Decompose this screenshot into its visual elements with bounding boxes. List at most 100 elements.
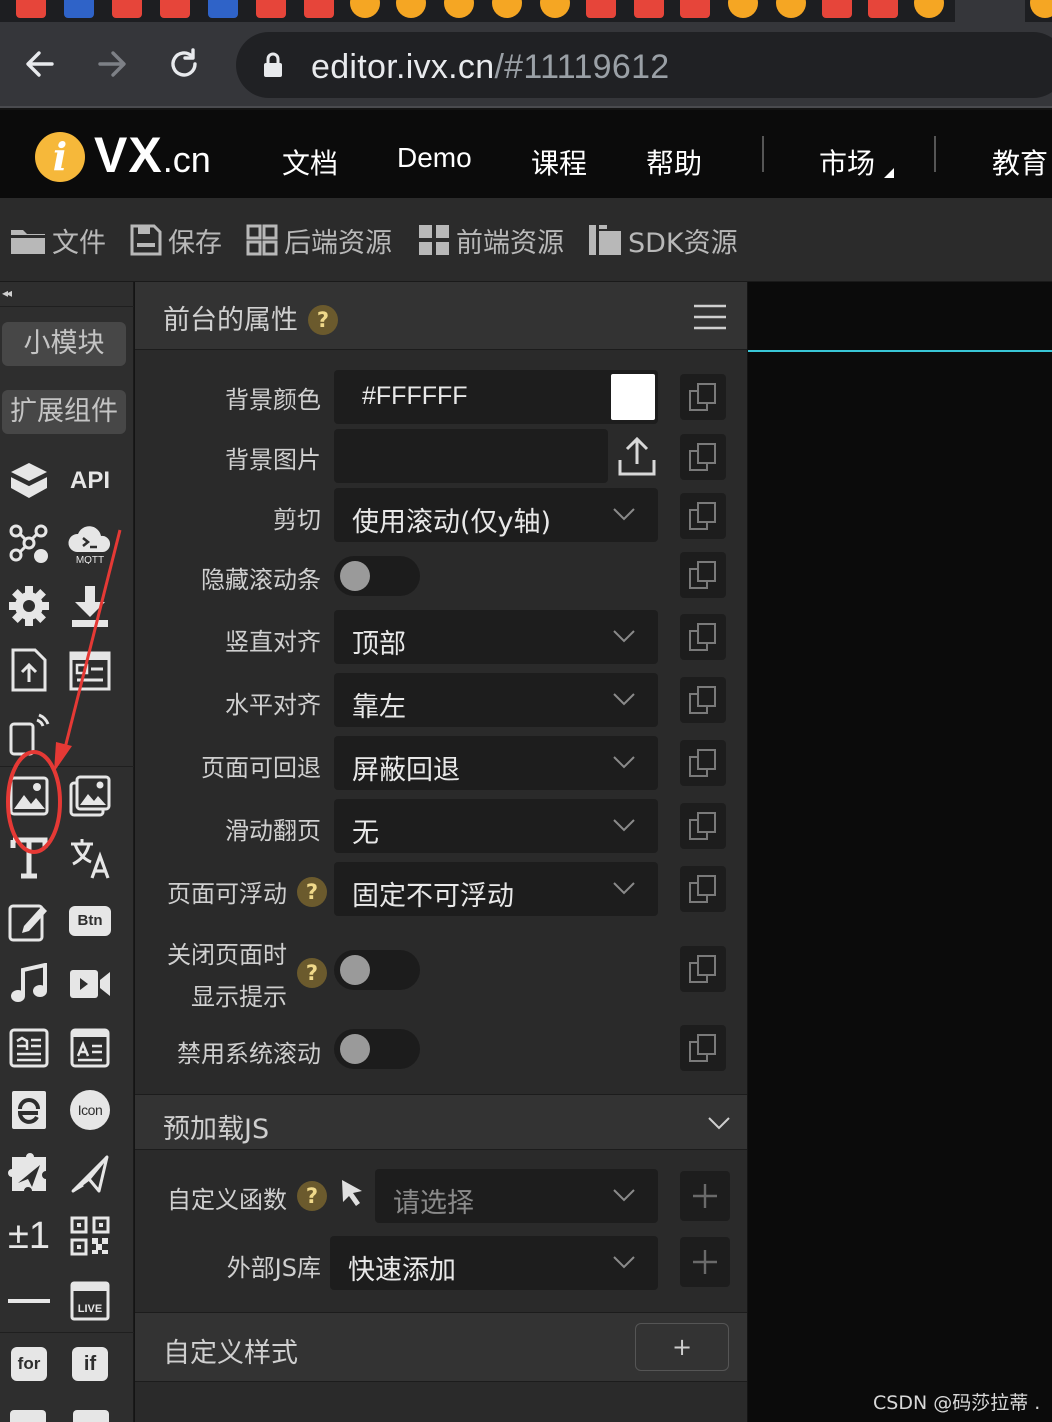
logo-badge[interactable]: i	[35, 132, 85, 182]
tab-favicon[interactable]	[868, 0, 898, 18]
image-icon[interactable]	[5, 772, 53, 820]
page-back-select[interactable]: 屏蔽回退	[334, 736, 658, 790]
gear-icon[interactable]	[5, 582, 53, 630]
tab-favicon[interactable]	[1030, 0, 1052, 18]
component-icon[interactable]	[10, 1410, 46, 1422]
active-tab[interactable]	[955, 0, 1025, 22]
nav-courses[interactable]: 课程	[531, 142, 587, 182]
copy-icon[interactable]	[680, 434, 726, 480]
tab-favicon[interactable]	[444, 0, 474, 18]
nav-education[interactable]: 教育	[992, 142, 1048, 182]
upload-icon[interactable]	[616, 434, 658, 478]
copy-icon[interactable]	[680, 552, 726, 598]
back-button[interactable]	[18, 42, 62, 86]
device-vibrate-icon[interactable]	[5, 710, 53, 758]
tab-favicon[interactable]	[822, 0, 852, 18]
external-js-select[interactable]: 快速添加	[330, 1236, 658, 1290]
tab-favicon[interactable]	[680, 0, 710, 18]
if-condition-component[interactable]: if	[66, 1340, 114, 1388]
horizontal-align-select[interactable]: 靠左	[334, 673, 658, 727]
tab-favicon[interactable]	[64, 0, 94, 18]
canvas-area[interactable]	[748, 282, 1052, 1422]
help-icon[interactable]: ?	[297, 1181, 327, 1211]
api-component[interactable]: API	[66, 457, 114, 505]
save-button[interactable]: 保存	[130, 220, 222, 260]
add-style-button[interactable]: +	[635, 1323, 729, 1371]
package-icon[interactable]	[5, 457, 53, 505]
icon-component[interactable]: Icon	[66, 1086, 114, 1134]
button-component[interactable]: Btn	[66, 897, 114, 945]
module-button[interactable]: 小模块	[2, 322, 126, 366]
text-icon[interactable]	[5, 834, 53, 882]
mqtt-cloud-icon[interactable]: MQTT	[66, 519, 114, 567]
file-upload-icon[interactable]	[5, 646, 53, 694]
tab-favicon[interactable]	[350, 0, 380, 18]
close-page-prompt-toggle[interactable]	[334, 950, 420, 990]
hamburger-menu-icon[interactable]	[693, 304, 727, 330]
nav-demo[interactable]: Demo	[397, 142, 472, 174]
for-loop-component[interactable]: for	[5, 1340, 53, 1388]
increment-component[interactable]: ±1	[5, 1212, 53, 1260]
edit-icon[interactable]	[5, 897, 53, 945]
tab-favicon[interactable]	[160, 0, 190, 18]
extension-components-button[interactable]: 扩展组件	[2, 390, 126, 434]
calendar-form-icon[interactable]	[66, 646, 114, 694]
send-plane-icon[interactable]	[66, 1150, 114, 1198]
nav-market[interactable]: 市场	[819, 142, 875, 182]
live-window-icon[interactable]: LIVE	[66, 1277, 114, 1325]
copy-icon[interactable]	[680, 946, 726, 992]
copy-icon[interactable]	[680, 614, 726, 660]
copy-icon[interactable]	[680, 740, 726, 786]
sdk-resources-button[interactable]: SDK资源	[588, 220, 738, 260]
backend-resources-button[interactable]: 后端资源	[246, 220, 392, 260]
copy-icon[interactable]	[680, 677, 726, 723]
tab-favicon[interactable]	[304, 0, 334, 18]
download-icon[interactable]	[66, 582, 114, 630]
help-icon[interactable]: ?	[308, 305, 338, 335]
tab-favicon[interactable]	[112, 0, 142, 18]
forward-button[interactable]	[90, 42, 134, 86]
translate-icon[interactable]	[66, 834, 114, 882]
video-camera-icon[interactable]	[66, 960, 114, 1008]
tab-favicon[interactable]	[914, 0, 944, 18]
divider-line-icon[interactable]	[5, 1277, 53, 1325]
tab-favicon[interactable]	[540, 0, 570, 18]
swipe-page-select[interactable]: 无	[334, 799, 658, 853]
nav-help[interactable]: 帮助	[646, 142, 702, 182]
hide-scrollbar-toggle[interactable]	[334, 556, 420, 596]
disable-system-scroll-toggle[interactable]	[334, 1029, 420, 1069]
logo-text[interactable]: VX.cn	[94, 126, 211, 184]
tab-favicon[interactable]	[396, 0, 426, 18]
tab-favicon[interactable]	[208, 0, 238, 18]
puzzle-plane-icon[interactable]	[5, 1150, 53, 1198]
rich-text-window-icon[interactable]	[66, 1024, 114, 1072]
tab-favicon[interactable]	[776, 0, 806, 18]
music-note-icon[interactable]	[5, 960, 53, 1008]
background-color-field[interactable]: #FFFFFF	[334, 370, 658, 424]
copy-icon[interactable]	[680, 803, 726, 849]
cursor-pointer-icon[interactable]	[339, 1178, 367, 1208]
help-icon[interactable]: ?	[297, 958, 327, 988]
rich-text-icon[interactable]	[5, 1024, 53, 1072]
copy-icon[interactable]	[680, 493, 726, 539]
help-icon[interactable]: ?	[297, 877, 327, 907]
collapse-panel-button[interactable]: ◂◂	[2, 286, 12, 300]
tab-favicon[interactable]	[634, 0, 664, 18]
browser-e-icon[interactable]	[5, 1086, 53, 1134]
clip-select[interactable]: 使用滚动(仅y轴)	[334, 488, 658, 542]
custom-function-select[interactable]: 请选择	[375, 1169, 658, 1223]
image-gallery-icon[interactable]	[66, 772, 114, 820]
tab-favicon[interactable]	[492, 0, 522, 18]
tab-favicon[interactable]	[728, 0, 758, 18]
tab-favicon[interactable]	[16, 0, 46, 18]
frontend-resources-button[interactable]: 前端资源	[418, 220, 564, 260]
qr-code-icon[interactable]	[66, 1212, 114, 1260]
file-menu[interactable]: 文件	[10, 220, 106, 260]
copy-icon[interactable]	[680, 374, 726, 420]
background-image-field[interactable]	[334, 429, 608, 483]
preload-js-section[interactable]: 预加载JS	[135, 1094, 747, 1150]
add-function-button[interactable]	[680, 1171, 730, 1221]
reload-button[interactable]	[162, 42, 206, 86]
color-swatch[interactable]	[611, 374, 655, 420]
page-float-select[interactable]: 固定不可浮动	[334, 862, 658, 916]
